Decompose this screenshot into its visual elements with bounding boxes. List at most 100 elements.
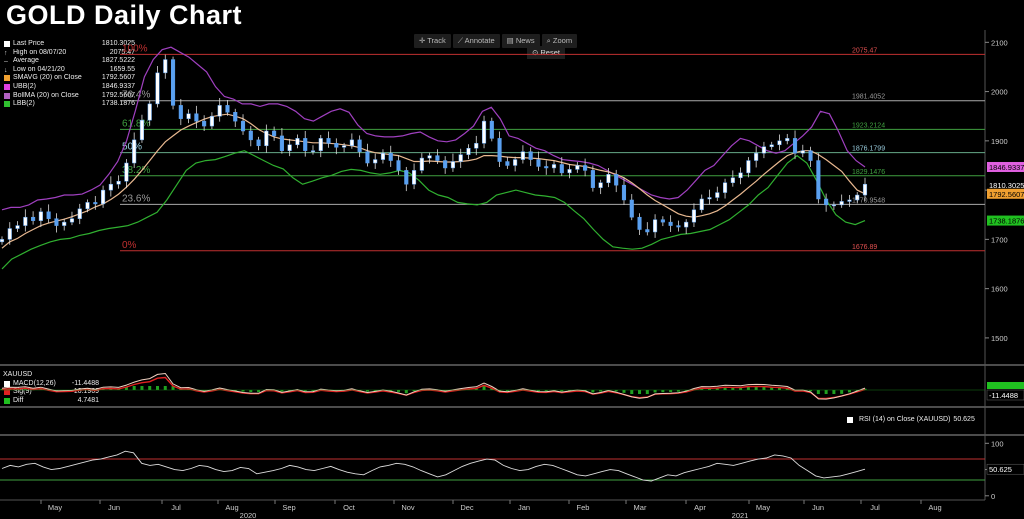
candle-body	[23, 216, 28, 226]
rsi-line	[1, 450, 866, 482]
candle-body	[816, 160, 821, 200]
candle-body	[209, 115, 214, 127]
candle-body	[738, 172, 743, 179]
last-price-tag: 1810.3025	[989, 181, 1024, 190]
candle-body	[761, 146, 766, 154]
macd-signal-line	[1, 376, 866, 400]
x-tick-label: Sep	[282, 503, 295, 512]
candle-body	[505, 161, 510, 166]
x-year-label: 2020	[240, 511, 257, 519]
x-tick-label: May	[756, 503, 770, 512]
candle-body	[69, 218, 75, 223]
candle-body	[155, 72, 160, 105]
candle-body	[272, 130, 277, 137]
candle-body	[621, 184, 627, 201]
candle-body	[435, 155, 440, 161]
candle-body	[785, 138, 790, 142]
candle-body	[559, 164, 564, 174]
candle-body	[551, 164, 557, 169]
candle-body	[132, 139, 137, 164]
candle-body	[256, 139, 261, 147]
candle-body	[520, 151, 525, 160]
candle-body	[598, 182, 603, 188]
candle-body	[723, 182, 728, 193]
y-tick-label: 1500	[991, 334, 1008, 343]
candle-body	[691, 209, 697, 223]
candle-body	[606, 174, 611, 183]
macd-diff-bar	[591, 390, 595, 393]
candle-body	[614, 174, 619, 186]
candle-body	[645, 229, 650, 233]
candle-body	[287, 144, 292, 151]
x-tick-label: Jul	[870, 503, 880, 512]
candle-body	[248, 130, 253, 141]
candle-body	[108, 183, 113, 191]
macd-diff-bar	[840, 390, 844, 394]
x-tick-label: Mar	[634, 503, 647, 512]
fib-value-label: 1876.1799	[852, 146, 885, 153]
candle-body	[342, 145, 347, 148]
fib-percent-label: 23.6%	[122, 193, 150, 204]
candle-body	[769, 144, 774, 148]
macd-diff-bar	[140, 386, 144, 390]
candle-body	[466, 147, 471, 155]
candle-body	[170, 59, 176, 106]
candle-body	[380, 152, 386, 160]
x-tick-label: Nov	[401, 503, 415, 512]
fib-value-label: 1676.89	[852, 244, 877, 251]
y-tick-label: 2100	[991, 38, 1008, 47]
macd-diff-bar	[847, 390, 851, 393]
candle-body	[536, 159, 541, 167]
candle-body	[808, 150, 813, 161]
candle-body	[746, 160, 751, 174]
candle-body	[326, 138, 331, 144]
fib-percent-label: 100%	[122, 43, 148, 54]
macd-diff-tag	[987, 382, 1024, 389]
candle-body	[264, 130, 269, 147]
candle-body	[7, 228, 12, 240]
candle-body	[497, 138, 502, 162]
candle-body	[824, 198, 829, 206]
candle-body	[295, 138, 300, 146]
candle-body	[481, 120, 487, 144]
macd-diff-bar	[832, 390, 836, 394]
candle-body	[847, 199, 852, 202]
candle-body	[575, 165, 580, 170]
x-tick-label: Jun	[812, 503, 824, 512]
candle-body	[427, 155, 432, 159]
candle-body	[303, 138, 308, 151]
macd-diff-bar	[155, 386, 159, 390]
y-tick-label: 1900	[991, 137, 1008, 146]
candle-body	[443, 160, 448, 169]
candle-body	[583, 165, 588, 171]
candle-body	[101, 189, 106, 205]
candle-body	[792, 138, 798, 154]
macd-diff-bar	[630, 390, 634, 394]
lbb-value-tag: 1738.1876	[989, 217, 1024, 226]
macd-diff-bar	[669, 390, 673, 393]
candle-body	[38, 211, 43, 221]
rsi-y-tick-label: 0	[991, 492, 995, 501]
macd-diff-bar	[132, 386, 136, 390]
macd-diff-bar	[404, 390, 408, 394]
candle-body	[707, 197, 712, 200]
x-tick-label: Feb	[577, 503, 590, 512]
macd-diff-bar	[661, 390, 665, 393]
candle-body	[637, 216, 642, 230]
x-tick-label: May	[48, 503, 62, 512]
x-tick-label: Dec	[460, 503, 474, 512]
candle-body	[373, 159, 378, 164]
candle-body	[715, 192, 720, 198]
candle-body	[450, 161, 455, 169]
ubb-value-tag: 1846.9337	[989, 163, 1024, 172]
candle-body	[194, 113, 199, 122]
x-tick-label: Apr	[694, 503, 706, 512]
candle-body	[163, 59, 168, 74]
candle-body	[839, 201, 844, 206]
candle-body	[93, 202, 98, 205]
candle-body	[590, 170, 595, 188]
candle-body	[178, 105, 183, 119]
x-tick-label: Aug	[225, 503, 238, 512]
candle-body	[147, 103, 152, 121]
candle-body	[318, 138, 323, 151]
